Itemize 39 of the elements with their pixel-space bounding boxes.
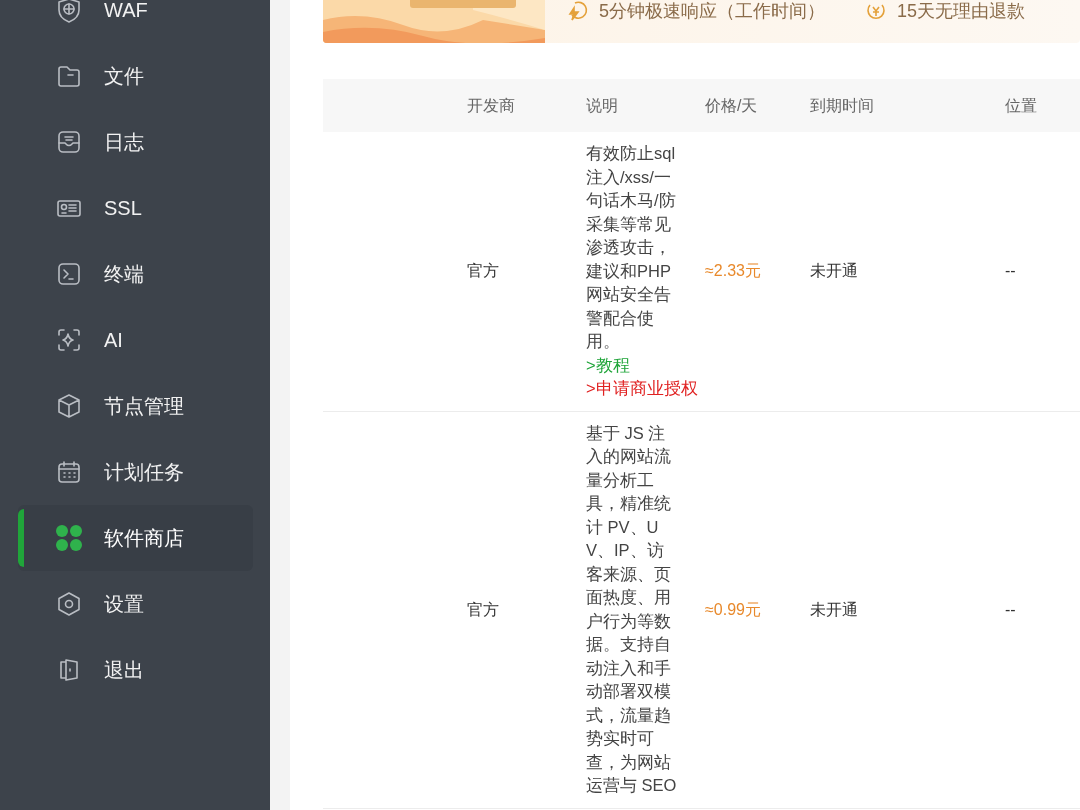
clover-icon [55, 524, 83, 552]
license-link[interactable]: >申请商业授权 [586, 377, 705, 401]
price-text: ≈0.99元 [705, 600, 761, 618]
sparkle-icon [55, 326, 83, 354]
sidebar-item[interactable]: 设置 [18, 571, 253, 637]
sidebar-item[interactable]: 节点管理 [18, 373, 253, 439]
feature-text: 5分钟极速响应（工作时间） [599, 0, 825, 23]
active-indicator [18, 509, 24, 567]
table-cell: -- [1005, 262, 1016, 280]
sidebar-item[interactable]: 软件商店 [18, 505, 253, 571]
shield-icon [55, 0, 83, 24]
column-header: 到期时间 [810, 96, 874, 114]
column-header: 位置 [1005, 96, 1037, 114]
sidebar-item[interactable]: 文件 [18, 43, 253, 109]
sidebar-item[interactable]: 退出 [18, 637, 253, 703]
sidebar-item[interactable]: SSL [18, 175, 253, 241]
cube-icon [55, 392, 83, 420]
table-cell: 未开通 [810, 262, 858, 280]
lightning-icon [567, 0, 589, 22]
column-header: 开发商 [467, 96, 515, 114]
terminal-icon [55, 260, 83, 288]
sidebar-item[interactable]: AI [18, 307, 253, 373]
tray-icon [55, 128, 83, 156]
description-text: 有效防止sql注入/xss/一句话木马/防采集等常见渗透攻击，建议和PHP网站安全告警配合使用。 [586, 143, 677, 352]
price-text: ≈2.33元 [705, 262, 761, 280]
sidebar-item[interactable]: 终端 [18, 241, 253, 307]
feature-text: 15天无理由退款 [897, 0, 1026, 23]
column-header: 说明 [586, 96, 618, 114]
column-header: 价格/天 [705, 96, 758, 114]
sidebar-item[interactable]: WAF [18, 0, 253, 43]
description-text: 基于 JS 注入的网站流量分析工具，精准统计 PV、UV、IP、访客来源、页面热度、用户行为等数据。支持自动注入和手动部署双模式，流量趋势实时可查，为网站运营与 SEO [586, 422, 678, 796]
settings-icon [55, 590, 83, 618]
table-cell: 官方 [467, 600, 499, 618]
sidebar-item[interactable]: 日志 [18, 109, 253, 175]
table-cell: -- [1005, 600, 1016, 618]
calendar-icon [55, 458, 83, 486]
sidebar-item[interactable]: 计划任务 [18, 439, 253, 505]
table-cell: 未开通 [810, 600, 858, 618]
table-cell: 官方 [467, 262, 499, 280]
